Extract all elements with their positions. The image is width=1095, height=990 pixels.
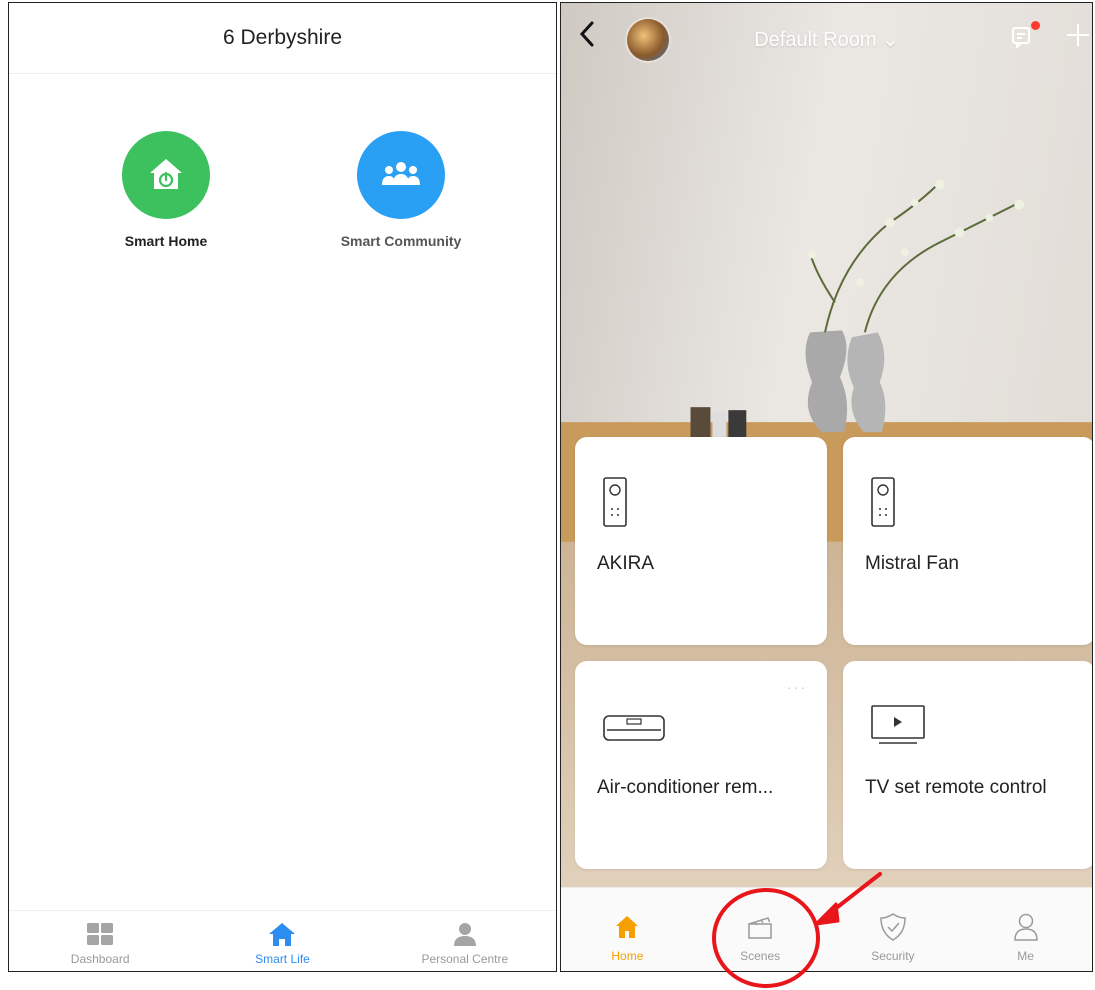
people-icon bbox=[357, 131, 445, 219]
room-title-label: Default Room ⌄ bbox=[754, 29, 899, 51]
tab-scenes-label: Scenes bbox=[740, 949, 781, 963]
device-card-tv-remote[interactable]: TV set remote control bbox=[843, 661, 1092, 869]
home-name-title: 6 Derbyshire bbox=[222, 26, 343, 49]
device-name: TV set remote control bbox=[865, 777, 1047, 798]
home-icon bbox=[268, 920, 296, 948]
person-icon bbox=[1013, 911, 1039, 943]
default-room-screen: Default Room ⌄ AKIRA Mistral Fan ··· Air… bbox=[560, 2, 1093, 972]
grid-icon bbox=[86, 920, 114, 948]
air-conditioner-icon bbox=[603, 715, 665, 741]
tv-icon bbox=[871, 705, 925, 744]
tab-home[interactable]: Home bbox=[561, 888, 694, 971]
smart-home-app[interactable]: Smart Home bbox=[71, 131, 261, 249]
tab-dashboard-label: Dashboard bbox=[70, 952, 130, 966]
tab-scenes[interactable]: Scenes bbox=[694, 888, 827, 971]
person-icon bbox=[452, 920, 478, 948]
device-name: Mistral Fan bbox=[865, 553, 959, 574]
tab-home-label: Home bbox=[611, 949, 644, 963]
clapperboard-icon bbox=[746, 911, 774, 943]
device-card-mistral-fan[interactable]: Mistral Fan bbox=[843, 437, 1092, 645]
device-name: Air-conditioner rem... bbox=[597, 777, 774, 798]
smart-home-label: Smart Home bbox=[124, 233, 208, 249]
smart-life-screen: 6 Derbyshire Smart Home Smart Community bbox=[8, 2, 557, 972]
more-icon[interactable]: ··· bbox=[787, 679, 807, 695]
home-power-icon bbox=[122, 131, 210, 219]
device-card-akira[interactable]: AKIRA bbox=[575, 437, 827, 645]
remote-icon bbox=[603, 477, 627, 527]
home-icon bbox=[615, 911, 639, 943]
smart-community-label: Smart Community bbox=[340, 233, 462, 249]
bottom-tab-bar: Dashboard Smart Life Personal Centre bbox=[9, 910, 556, 971]
shield-check-icon bbox=[880, 911, 906, 943]
tab-me-label: Me bbox=[1017, 949, 1034, 963]
tab-smart-life-label: Smart Life bbox=[255, 952, 310, 966]
notification-dot bbox=[1031, 21, 1040, 30]
tab-security-label: Security bbox=[871, 949, 915, 963]
tab-personal-centre-label: Personal Centre bbox=[421, 952, 509, 966]
tab-me[interactable]: Me bbox=[959, 888, 1092, 971]
tab-smart-life[interactable]: Smart Life bbox=[191, 911, 373, 971]
tab-personal-centre[interactable]: Personal Centre bbox=[374, 911, 556, 971]
remote-icon bbox=[871, 477, 895, 527]
bottom-tab-bar: Home Scenes Security Me bbox=[561, 887, 1092, 971]
tab-dashboard[interactable]: Dashboard bbox=[9, 911, 191, 971]
device-name: AKIRA bbox=[597, 553, 655, 574]
device-card-air-conditioner[interactable]: ··· Air-conditioner rem... bbox=[575, 661, 827, 869]
add-icon[interactable] bbox=[1066, 23, 1090, 47]
page-title: 6 Derbyshire bbox=[9, 3, 556, 74]
smart-community-app[interactable]: Smart Community bbox=[306, 131, 496, 249]
tab-security[interactable]: Security bbox=[827, 888, 960, 971]
message-icon[interactable] bbox=[1011, 26, 1033, 48]
room-header: Default Room ⌄ bbox=[561, 3, 1092, 81]
